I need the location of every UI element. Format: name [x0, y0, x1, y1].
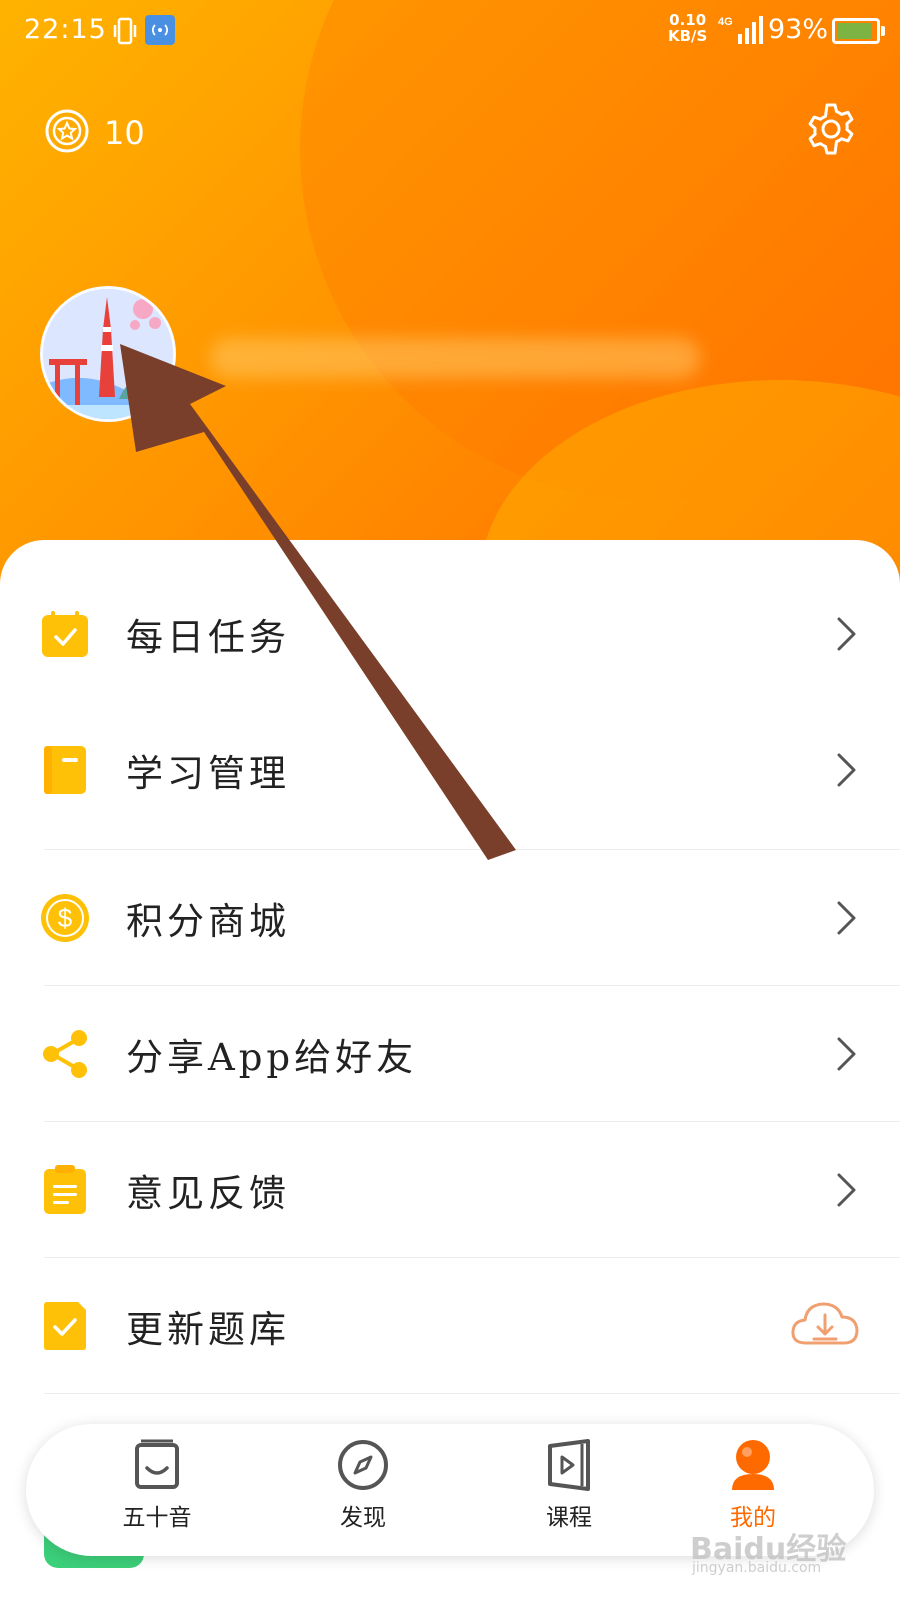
chevron-right-icon	[836, 1036, 858, 1072]
avatar[interactable]	[40, 286, 176, 422]
check-file-icon	[40, 1301, 90, 1351]
dollar-coin-icon: $	[40, 893, 90, 943]
chevron-right-icon	[836, 752, 858, 788]
coin-balance[interactable]: 10	[44, 108, 145, 158]
status-time: 22:15	[24, 14, 107, 45]
tab-discover[interactable]: 发现	[288, 1434, 438, 1546]
menu-item-points-mall[interactable]: $ 积分商城	[0, 850, 900, 986]
gear-icon	[802, 103, 860, 162]
svg-text:$: $	[58, 903, 73, 933]
menu-item-share-app[interactable]: 分享App给好友	[0, 986, 900, 1122]
chevron-right-icon	[836, 616, 858, 652]
battery-fill	[837, 23, 873, 39]
menu-item-feedback[interactable]: 意见反馈	[0, 1122, 900, 1258]
network-speed: 0.10 KB/S	[668, 12, 707, 44]
menu-item-label: 分享App给好友	[126, 1036, 418, 1079]
menu-item-update-question-bank[interactable]: 更新题库	[0, 1258, 900, 1394]
clipboard-icon	[40, 1165, 90, 1215]
compass-icon	[336, 1438, 390, 1492]
profile-header: 22:15 0.10 KB/S 4G 93% 10	[0, 0, 900, 600]
menu-item-label: 每日任务	[126, 616, 290, 659]
watermark-url: jingyan.baidu.com	[692, 1560, 822, 1576]
battery-percent: 93%	[768, 14, 829, 45]
kana-book-icon	[130, 1438, 184, 1492]
chevron-right-icon	[836, 900, 858, 936]
menu-item-label: 更新题库	[126, 1308, 290, 1351]
menu-item-daily-tasks[interactable]: 每日任务	[0, 566, 900, 702]
tab-fifty-sounds[interactable]: 五十音	[82, 1434, 232, 1546]
settings-button[interactable]	[802, 100, 860, 158]
tab-label: 课程	[546, 1505, 592, 1531]
profile-icon	[726, 1438, 780, 1492]
tab-courses[interactable]: 课程	[494, 1434, 644, 1546]
coin-count: 10	[104, 114, 145, 152]
tab-label: 发现	[340, 1505, 386, 1531]
username-redacted	[210, 338, 700, 378]
star-coin-icon	[44, 108, 90, 158]
divider	[44, 1393, 900, 1394]
video-course-icon	[542, 1438, 596, 1492]
nfc-icon	[145, 15, 175, 45]
menu-item-label: 学习管理	[126, 752, 290, 795]
cloud-download-icon[interactable]	[790, 1299, 860, 1353]
avatar-tokyo-tower-icon	[43, 289, 173, 419]
tab-label: 五十音	[122, 1505, 192, 1531]
vibrate-icon	[112, 16, 138, 53]
status-bar: 22:15 0.10 KB/S 4G 93%	[0, 0, 900, 62]
menu-item-study-management[interactable]: 学习管理	[0, 702, 900, 838]
menu-item-label: 意见反馈	[126, 1172, 290, 1215]
chevron-right-icon	[836, 1172, 858, 1208]
speed-value: 0.10	[669, 11, 707, 29]
network-type: 4G	[718, 16, 733, 28]
share-icon	[40, 1029, 90, 1079]
battery-icon	[832, 18, 885, 44]
notebook-icon	[40, 745, 90, 795]
menu-item-label: 积分商城	[126, 900, 290, 943]
calendar-check-icon	[40, 609, 90, 659]
signal-icon: 4G	[718, 14, 766, 53]
speed-unit: KB/S	[668, 27, 708, 45]
